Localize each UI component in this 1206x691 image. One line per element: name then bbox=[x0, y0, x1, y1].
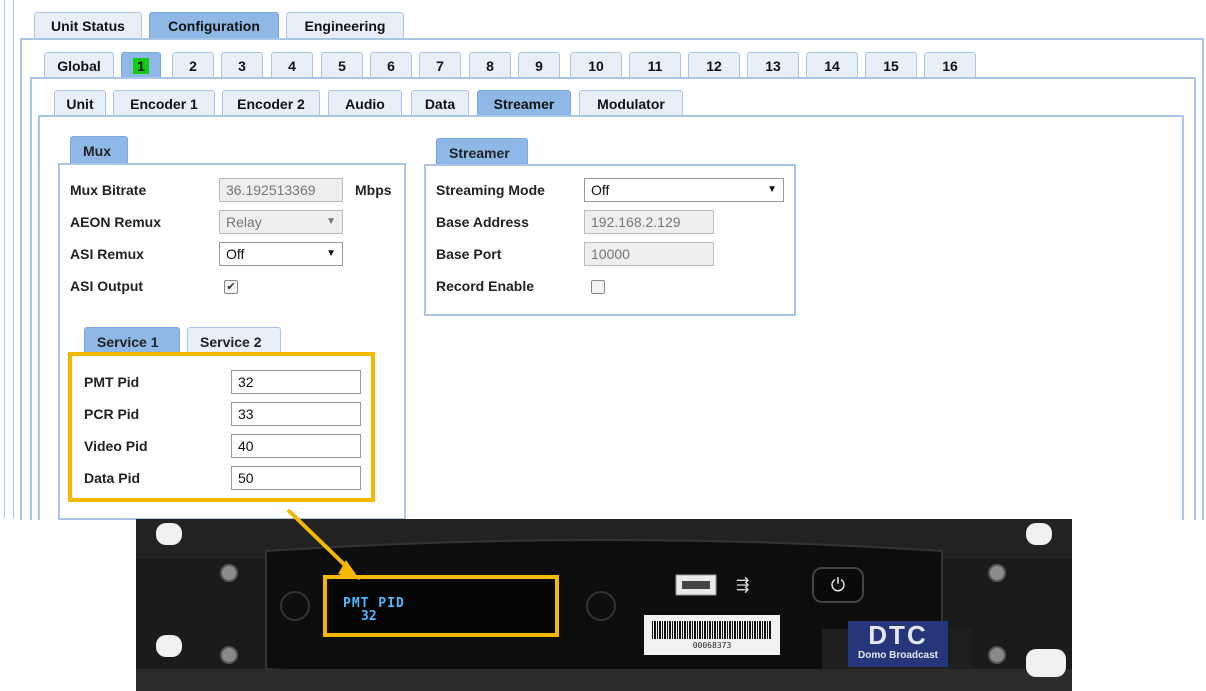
mux-bitrate-field: 36.192513369 bbox=[219, 178, 343, 202]
service-pid-highlight bbox=[68, 352, 375, 502]
screw-icon bbox=[988, 564, 1006, 582]
channel-tab-5[interactable]: 5 bbox=[321, 52, 363, 78]
channel-tab-2[interactable]: 2 bbox=[172, 52, 214, 78]
power-button-icon[interactable]: ⏻ bbox=[812, 567, 864, 603]
channel-tab-13[interactable]: 13 bbox=[747, 52, 799, 78]
tab-service-2[interactable]: Service 2 bbox=[187, 327, 281, 355]
channel-tab-14[interactable]: 14 bbox=[806, 52, 858, 78]
channel-tab-6[interactable]: 6 bbox=[370, 52, 412, 78]
tab-service-1[interactable]: Service 1 bbox=[84, 327, 180, 355]
streaming-mode-value: Off bbox=[591, 182, 610, 198]
brand-text: Domo Broadcast bbox=[857, 650, 938, 661]
channel-tab-10[interactable]: 10 bbox=[570, 52, 622, 78]
screw-icon bbox=[988, 646, 1006, 664]
base-port-field: 10000 bbox=[584, 242, 714, 266]
subtab-unit[interactable]: Unit bbox=[54, 90, 106, 116]
asi-remux-select[interactable]: Off ▼ bbox=[219, 242, 343, 266]
channel-tab-global[interactable]: Global bbox=[44, 52, 114, 78]
subtab-streamer[interactable]: Streamer bbox=[477, 90, 571, 116]
chevron-down-icon: ▼ bbox=[767, 184, 777, 195]
barcode-number: 00068373 bbox=[692, 641, 732, 650]
screw-icon bbox=[220, 646, 238, 664]
channel-tab-12[interactable]: 12 bbox=[688, 52, 740, 78]
aeon-remux-select: Relay ▼ bbox=[219, 210, 343, 234]
streaming-mode-select[interactable]: Off ▼ bbox=[584, 178, 784, 202]
tab-unit-status[interactable]: Unit Status bbox=[34, 12, 142, 38]
subtab-data[interactable]: Data bbox=[411, 90, 469, 116]
asi-output-checkbox[interactable]: ✔ bbox=[224, 280, 238, 294]
mux-bitrate-label: Mux Bitrate bbox=[70, 182, 147, 198]
left-guide bbox=[4, 0, 5, 518]
tab-engineering[interactable]: Engineering bbox=[286, 12, 404, 38]
device-front-panel-photo: PMT PID 32 ⇶ ⏻ 00068373 DTC Domo Broadca… bbox=[136, 519, 1072, 691]
record-enable-checkbox[interactable] bbox=[591, 280, 605, 294]
knob-icon bbox=[280, 591, 310, 621]
channel-tab-8[interactable]: 8 bbox=[469, 52, 511, 78]
aeon-remux-label: AEON Remux bbox=[70, 214, 162, 230]
subtab-encoder-1[interactable]: Encoder 1 bbox=[113, 90, 215, 116]
channel-tab-9[interactable]: 9 bbox=[518, 52, 560, 78]
subtab-audio[interactable]: Audio bbox=[328, 90, 402, 116]
knob-icon bbox=[586, 591, 616, 621]
left-guide bbox=[13, 0, 14, 518]
barcode-icon bbox=[652, 621, 772, 639]
channel-tab-11[interactable]: 11 bbox=[629, 52, 681, 78]
mux-panel-tab: Mux bbox=[70, 136, 128, 164]
asi-remux-value: Off bbox=[226, 246, 245, 262]
tab-configuration[interactable]: Configuration bbox=[149, 12, 279, 38]
dtc-logo: DTC Domo Broadcast bbox=[848, 621, 948, 667]
usb-symbol-icon: ⇶ bbox=[736, 577, 750, 594]
channel-tab-1[interactable]: 1 bbox=[121, 52, 161, 78]
channel-tab-16[interactable]: 16 bbox=[924, 52, 976, 78]
channel-tab-4[interactable]: 4 bbox=[271, 52, 313, 78]
channel-tab-15[interactable]: 15 bbox=[865, 52, 917, 78]
asi-output-label: ASI Output bbox=[70, 278, 144, 294]
mux-bitrate-unit: Mbps bbox=[355, 182, 392, 198]
channel-tab-1-label: 1 bbox=[133, 58, 149, 74]
streamer-panel-tab: Streamer bbox=[436, 138, 528, 166]
logo-text: DTC bbox=[868, 620, 928, 650]
subtab-encoder-2[interactable]: Encoder 2 bbox=[222, 90, 320, 116]
chevron-down-icon: ▼ bbox=[326, 216, 336, 227]
chevron-down-icon: ▼ bbox=[326, 248, 336, 259]
base-address-label: Base Address bbox=[436, 214, 529, 230]
usb-port-icon bbox=[676, 575, 716, 595]
base-port-label: Base Port bbox=[436, 246, 502, 262]
barcode-label: 00068373 bbox=[644, 615, 780, 655]
base-address-field: 192.168.2.129 bbox=[584, 210, 714, 234]
record-enable-label: Record Enable bbox=[436, 278, 535, 294]
asi-remux-label: ASI Remux bbox=[70, 246, 144, 262]
streaming-mode-label: Streaming Mode bbox=[436, 182, 545, 198]
subtab-modulator[interactable]: Modulator bbox=[579, 90, 683, 116]
aeon-remux-value: Relay bbox=[226, 214, 262, 230]
display-highlight bbox=[323, 575, 559, 637]
screw-icon bbox=[220, 564, 238, 582]
channel-tab-3[interactable]: 3 bbox=[221, 52, 263, 78]
channel-tab-7[interactable]: 7 bbox=[419, 52, 461, 78]
